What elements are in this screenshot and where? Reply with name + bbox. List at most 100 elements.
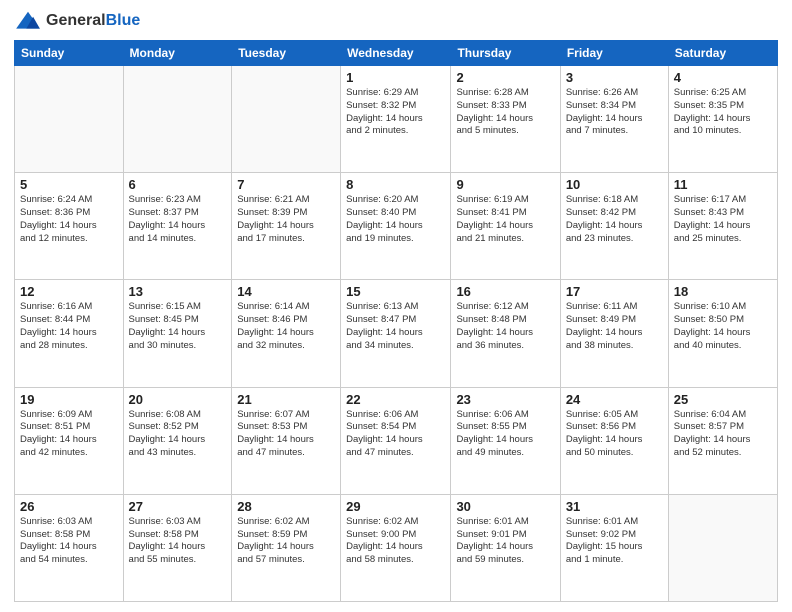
calendar-cell: 22 Sunrise: 6:06 AMSunset: 8:54 PMDayligh… [341,387,451,494]
calendar-cell: 23 Sunrise: 6:06 AMSunset: 8:55 PMDayligh… [451,387,560,494]
cell-info: Sunrise: 6:02 AMSunset: 8:59 PMDaylight:… [237,516,335,567]
calendar-cell: 2 Sunrise: 6:28 AMSunset: 8:33 PMDaylight… [451,66,560,173]
cell-info: Sunrise: 6:07 AMSunset: 8:53 PMDaylight:… [237,409,335,460]
page: GeneralBlue SundayMondayTuesdayWednesday… [0,0,792,612]
day-number: 29 [346,499,445,514]
cell-info: Sunrise: 6:02 AMSunset: 9:00 PMDaylight:… [346,516,445,567]
day-number: 20 [129,392,227,407]
calendar-cell: 15Sunrise: 6:13 AMSunset: 8:47 PMDayligh… [341,280,451,387]
day-number: 4 [674,70,772,85]
day-number: 2 [456,70,554,85]
day-number: 23 [456,392,554,407]
cell-info: Sunrise: 6:21 AMSunset: 8:39 PMDaylight:… [237,194,335,245]
cell-info: Sunrise: 6:25 AMSunset: 8:35 PMDaylight:… [674,87,772,138]
day-number: 17 [566,284,663,299]
logo-icon [14,10,42,32]
calendar-cell: 27 Sunrise: 6:03 AMSunset: 8:58 PMDayligh… [123,494,232,601]
day-number: 24 [566,392,663,407]
calendar-cell: 12 Sunrise: 6:16 AMSunset: 8:44 PMDayligh… [15,280,124,387]
day-number: 11 [674,177,772,192]
cell-info: Sunrise: 6:01 AMSunset: 9:02 PMDaylight:… [566,516,663,567]
day-number: 16 [456,284,554,299]
calendar-cell: 31Sunrise: 6:01 AMSunset: 9:02 PMDayligh… [560,494,668,601]
day-number: 12 [20,284,118,299]
col-header-thursday: Thursday [451,41,560,66]
header-row: SundayMondayTuesdayWednesdayThursdayFrid… [15,41,778,66]
cell-info: Sunrise: 6:29 AMSunset: 8:32 PMDaylight:… [346,87,445,138]
day-number: 25 [674,392,772,407]
week-row-4: 26 Sunrise: 6:03 AMSunset: 8:58 PMDayligh… [15,494,778,601]
col-header-sunday: Sunday [15,41,124,66]
calendar-cell: 28 Sunrise: 6:02 AMSunset: 8:59 PMDayligh… [232,494,341,601]
calendar-cell: 7 Sunrise: 6:21 AMSunset: 8:39 PMDaylight… [232,173,341,280]
day-number: 7 [237,177,335,192]
day-number: 28 [237,499,335,514]
day-number: 30 [456,499,554,514]
cell-info: Sunrise: 6:10 AMSunset: 8:50 PMDaylight:… [674,301,772,352]
cell-info: Sunrise: 6:14 AMSunset: 8:46 PMDaylight:… [237,301,335,352]
cell-info: Sunrise: 6:06 AMSunset: 8:55 PMDaylight:… [456,409,554,460]
cell-info: Sunrise: 6:11 AMSunset: 8:49 PMDaylight:… [566,301,663,352]
day-number: 8 [346,177,445,192]
cell-info: Sunrise: 6:06 AMSunset: 8:54 PMDaylight:… [346,409,445,460]
day-number: 14 [237,284,335,299]
calendar-cell [668,494,777,601]
week-row-3: 19 Sunrise: 6:09 AMSunset: 8:51 PMDayligh… [15,387,778,494]
calendar-cell: 30 Sunrise: 6:01 AMSunset: 9:01 PMDayligh… [451,494,560,601]
calendar-cell: 18 Sunrise: 6:10 AMSunset: 8:50 PMDayligh… [668,280,777,387]
day-number: 22 [346,392,445,407]
col-header-tuesday: Tuesday [232,41,341,66]
day-number: 10 [566,177,663,192]
calendar-cell: 9 Sunrise: 6:19 AMSunset: 8:41 PMDaylight… [451,173,560,280]
cell-info: Sunrise: 6:09 AMSunset: 8:51 PMDaylight:… [20,409,118,460]
day-number: 3 [566,70,663,85]
calendar-cell [123,66,232,173]
col-header-wednesday: Wednesday [341,41,451,66]
cell-info: Sunrise: 6:03 AMSunset: 8:58 PMDaylight:… [20,516,118,567]
day-number: 13 [129,284,227,299]
cell-info: Sunrise: 6:15 AMSunset: 8:45 PMDaylight:… [129,301,227,352]
cell-info: Sunrise: 6:08 AMSunset: 8:52 PMDaylight:… [129,409,227,460]
day-number: 9 [456,177,554,192]
col-header-monday: Monday [123,41,232,66]
day-number: 1 [346,70,445,85]
header: GeneralBlue [14,10,778,32]
cell-info: Sunrise: 6:05 AMSunset: 8:56 PMDaylight:… [566,409,663,460]
day-number: 27 [129,499,227,514]
col-header-saturday: Saturday [668,41,777,66]
cell-info: Sunrise: 6:28 AMSunset: 8:33 PMDaylight:… [456,87,554,138]
day-number: 18 [674,284,772,299]
calendar-cell: 3 Sunrise: 6:26 AMSunset: 8:34 PMDaylight… [560,66,668,173]
calendar-cell: 10Sunrise: 6:18 AMSunset: 8:42 PMDayligh… [560,173,668,280]
calendar-cell: 8 Sunrise: 6:20 AMSunset: 8:40 PMDaylight… [341,173,451,280]
calendar-cell: 21Sunrise: 6:07 AMSunset: 8:53 PMDayligh… [232,387,341,494]
calendar-cell: 24 Sunrise: 6:05 AMSunset: 8:56 PMDayligh… [560,387,668,494]
cell-info: Sunrise: 6:23 AMSunset: 8:37 PMDaylight:… [129,194,227,245]
calendar-cell: 6Sunrise: 6:23 AMSunset: 8:37 PMDaylight… [123,173,232,280]
logo: GeneralBlue [14,10,140,32]
cell-info: Sunrise: 6:16 AMSunset: 8:44 PMDaylight:… [20,301,118,352]
cell-info: Sunrise: 6:19 AMSunset: 8:41 PMDaylight:… [456,194,554,245]
logo-general: GeneralBlue [46,12,140,30]
cell-info: Sunrise: 6:20 AMSunset: 8:40 PMDaylight:… [346,194,445,245]
calendar-table: SundayMondayTuesdayWednesdayThursdayFrid… [14,40,778,602]
cell-info: Sunrise: 6:26 AMSunset: 8:34 PMDaylight:… [566,87,663,138]
calendar-cell: 14 Sunrise: 6:14 AMSunset: 8:46 PMDayligh… [232,280,341,387]
calendar-cell: 11 Sunrise: 6:17 AMSunset: 8:43 PMDayligh… [668,173,777,280]
calendar-cell: 19 Sunrise: 6:09 AMSunset: 8:51 PMDayligh… [15,387,124,494]
calendar-cell: 1 Sunrise: 6:29 AMSunset: 8:32 PMDaylight… [341,66,451,173]
week-row-1: 5Sunrise: 6:24 AMSunset: 8:36 PMDaylight… [15,173,778,280]
day-number: 26 [20,499,118,514]
day-number: 19 [20,392,118,407]
cell-info: Sunrise: 6:17 AMSunset: 8:43 PMDaylight:… [674,194,772,245]
calendar-cell: 29 Sunrise: 6:02 AMSunset: 9:00 PMDayligh… [341,494,451,601]
calendar-cell: 4 Sunrise: 6:25 AMSunset: 8:35 PMDaylight… [668,66,777,173]
day-number: 5 [20,177,118,192]
col-header-friday: Friday [560,41,668,66]
calendar-cell: 26 Sunrise: 6:03 AMSunset: 8:58 PMDayligh… [15,494,124,601]
cell-info: Sunrise: 6:04 AMSunset: 8:57 PMDaylight:… [674,409,772,460]
cell-info: Sunrise: 6:03 AMSunset: 8:58 PMDaylight:… [129,516,227,567]
week-row-2: 12 Sunrise: 6:16 AMSunset: 8:44 PMDayligh… [15,280,778,387]
cell-info: Sunrise: 6:01 AMSunset: 9:01 PMDaylight:… [456,516,554,567]
calendar-cell: 25 Sunrise: 6:04 AMSunset: 8:57 PMDayligh… [668,387,777,494]
